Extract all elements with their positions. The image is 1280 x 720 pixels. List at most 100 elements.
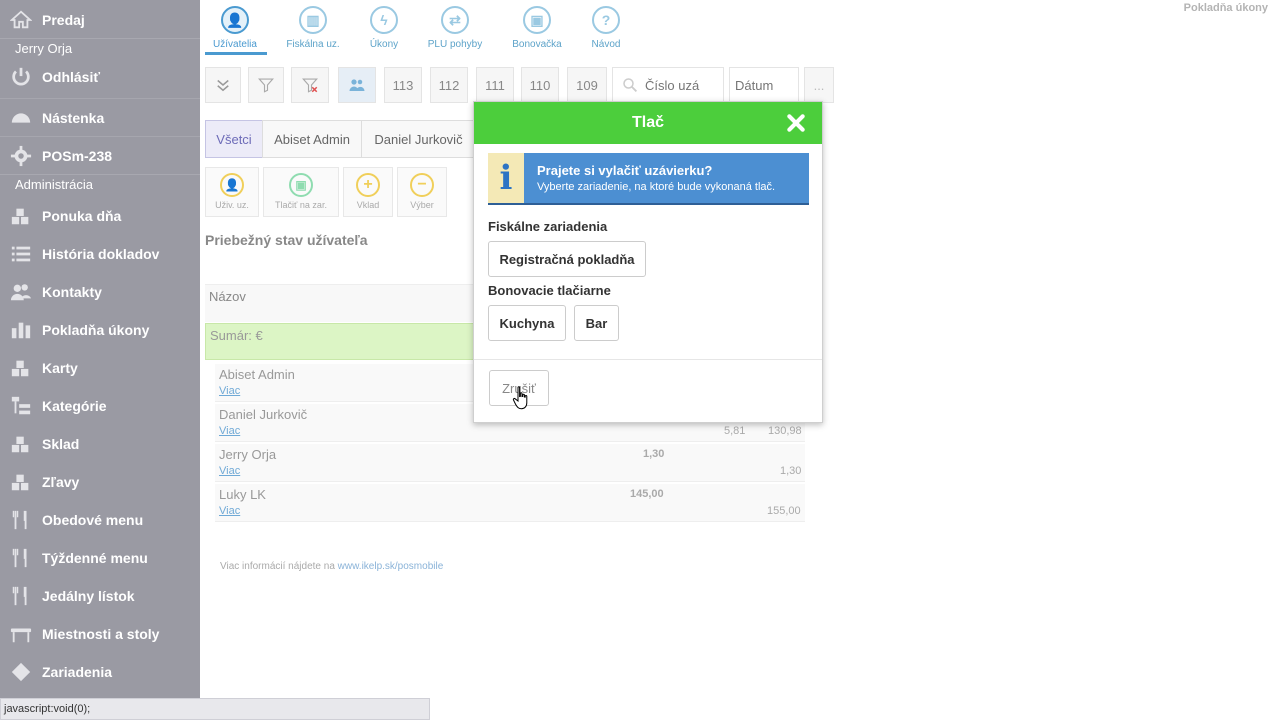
tab-navod[interactable]: ? Návod [570,6,642,50]
date-field[interactable] [729,67,799,103]
filter-tab-user[interactable]: Abiset Admin [262,120,362,158]
sidebar-item-ponuka-dna[interactable]: Ponuka dňa [0,198,200,234]
chevron-double-down-icon [217,79,229,92]
tab-label: Návod [591,39,621,50]
sidebar-item-kontakty[interactable]: Kontakty [0,274,200,310]
users-filter-button[interactable] [338,67,376,103]
user-icon: 👤 [220,173,244,197]
tab-bonovacka[interactable]: ▣ Bonovačka [501,6,573,50]
users-icon [349,79,365,91]
page-button[interactable]: 112 [430,67,468,103]
search-input[interactable] [645,77,715,93]
info-title: Prajete si vylačiť uzávierku? [537,163,713,178]
sidebar-item-label: POSm-238 [42,148,113,164]
help-icon: ? [592,6,620,34]
print-dialog: Tlač i Prajete si vylačiť uzávierku? Vyb… [473,101,823,423]
sidebar-item-label: Karty [42,360,78,376]
sidebar-item-nastenka[interactable]: Nástenka [0,100,200,136]
page-button[interactable]: 111 [476,67,514,103]
more-button[interactable]: ... [804,67,834,103]
info-box: i Prajete si vylačiť uzávierku? Vyberte … [488,153,809,205]
sidebar-item-sklad[interactable]: Sklad [0,426,200,462]
admin-section-label: Administrácia [0,174,200,194]
date-input[interactable] [735,77,795,93]
sidebar-item-kategorie[interactable]: Kategórie [0,388,200,424]
filter-tab-user[interactable]: Daniel Jurkovič [361,120,476,158]
page-button[interactable]: 113 [384,67,422,103]
kitchen-printer-button[interactable]: Kuchyna [488,305,566,341]
sidebar-item-label: Nástenka [42,110,105,126]
list-icon [0,243,42,265]
action-label: Výber [410,200,434,210]
sidebar-item-odhlasit[interactable]: Odhlásiť [0,59,200,95]
sidebar-item-obedove-menu[interactable]: Obedové menu [0,502,200,538]
sidebar-item-label: Zľavy [42,474,80,490]
sidebar: Predaj Jerry Orja Odhlásiť Nástenka POSm… [0,0,200,720]
active-tab-indicator [205,52,267,55]
sidebar-item-label: Obedové menu [42,512,144,528]
tab-label: Užívatelia [213,39,257,50]
blocks-icon [0,471,42,493]
home-icon [0,9,42,31]
close-button[interactable] [784,111,808,135]
more-link[interactable]: Viac [219,505,240,517]
sidebar-item-label: Ponuka dňa [42,208,122,224]
tab-ukony[interactable]: ϟ Úkony [348,6,420,50]
withdraw-button[interactable]: − Výber [397,167,447,217]
sidebar-item-predaj[interactable]: Predaj [0,2,200,38]
filter-button[interactable] [248,67,284,103]
row-value: 155,00 [767,505,801,517]
sidebar-item-zariadenia[interactable]: Zariadenia [0,654,200,690]
clear-filter-button[interactable] [291,67,329,103]
deposit-button[interactable]: + Vklad [343,167,393,217]
page-button[interactable]: 109 [567,67,607,103]
sidebar-item-tyzdenne-menu[interactable]: Týždenné menu [0,540,200,576]
sidebar-item-posm[interactable]: POSm-238 [0,138,200,174]
sidebar-item-zlavy[interactable]: Zľavy [0,464,200,500]
gear-icon [0,145,42,167]
sidebar-item-historia[interactable]: História dokladov [0,236,200,272]
dialog-divider [474,359,822,360]
page-button[interactable]: 110 [521,67,559,103]
footer-note: Viac informácií nájdete na www.ikelp.sk/… [220,561,443,572]
collapse-button[interactable] [205,67,241,103]
sidebar-item-jedalny-listok[interactable]: Jedálny lístok [0,578,200,614]
diamond-icon [0,661,42,683]
sidebar-item-label: Pokladňa úkony [42,322,150,338]
search-field[interactable] [612,67,724,103]
action-label: Tlačiť na zar. [275,200,327,210]
filter-icon [258,78,274,93]
cutlery-icon [0,547,42,569]
filter-tab-all[interactable]: Všetci [205,120,263,158]
tab-plu-pohyby[interactable]: ⇄ PLU pohyby [419,6,491,50]
fiscal-devices-label: Fiskálne zariadenia [488,219,608,234]
tab-label: Fiskálna uz. [286,39,340,50]
row-name: Jerry Orja [219,447,277,462]
search-icon [623,78,638,93]
footer-link[interactable]: www.ikelp.sk/posmobile [338,561,444,572]
dashboard-icon [0,107,42,129]
cash-register-button[interactable]: Registračná pokladňa [488,241,646,277]
print-device-button[interactable]: ▣ Tlačiť na zar. [263,167,339,217]
bar-printer-button[interactable]: Bar [574,305,619,341]
sidebar-item-label: Miestnosti a stoly [42,626,160,642]
more-link[interactable]: Viac [219,465,240,477]
sidebar-item-label: História dokladov [42,246,160,262]
sidebar-item-label: Predaj [42,12,85,28]
tab-uzivatelia[interactable]: 👤 Užívatelia [199,6,271,50]
row-value: 5,81 [724,425,746,437]
user-closure-button[interactable]: 👤 Uživ. uz. [205,167,259,217]
user-name: Jerry Orja [0,38,200,58]
minus-icon: − [410,173,434,197]
row-name: Abiset Admin [219,367,295,382]
sidebar-item-karty[interactable]: Karty [0,350,200,386]
column-header-name: Názov [209,289,246,304]
sidebar-item-label: Sklad [42,436,80,452]
row-name: Luky LK [219,487,266,502]
blocks-icon [0,433,42,455]
sidebar-item-miestnosti[interactable]: Miestnosti a stoly [0,616,200,652]
sidebar-item-pokladna[interactable]: Pokladňa úkony [0,312,200,348]
tab-fiskalna-uz[interactable]: ▥ Fiskálna uz. [277,6,349,50]
more-link[interactable]: Viac [219,425,240,437]
more-link[interactable]: Viac [219,385,240,397]
